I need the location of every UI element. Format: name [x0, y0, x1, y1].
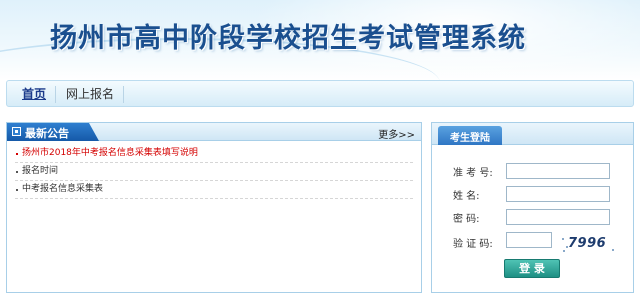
name-input[interactable]	[506, 186, 610, 202]
captcha-image[interactable]: 7996	[560, 234, 622, 254]
captcha-noise-dot	[563, 250, 565, 252]
site-title: 扬州市高中阶段学校招生考试管理系统	[50, 23, 526, 54]
news-item[interactable]: 中考报名信息采集表	[15, 181, 413, 199]
news-panel-title: 最新公告	[25, 127, 69, 140]
header-banner: 扬州市高中阶段学校招生考试管理系统	[0, 0, 640, 80]
nav-item-home[interactable]: 首页	[22, 87, 46, 101]
news-item-title[interactable]: 中考报名信息采集表	[22, 184, 103, 194]
captcha-label: 验 证 码:	[453, 239, 493, 250]
password-label: 密 码:	[453, 214, 480, 225]
news-item[interactable]: 报名时间	[15, 163, 413, 181]
bullet-icon	[16, 153, 18, 155]
captcha-input[interactable]	[506, 232, 552, 248]
bullet-icon	[16, 189, 18, 191]
captcha-noise-dot	[612, 249, 614, 251]
login-panel-tab: 考生登陆	[438, 126, 502, 145]
login-panel-title: 考生登陆	[450, 133, 490, 144]
bullet-icon	[16, 171, 18, 173]
news-item-title[interactable]: 报名时间	[22, 166, 58, 176]
news-item-title[interactable]: 扬州市2018年中考报名信息采集表填写说明	[22, 148, 198, 158]
captcha-noise-dot	[562, 238, 564, 240]
main-nav: 首页 网上报名	[6, 80, 634, 107]
login-panel: 考生登陆 准 考 号: 姓 名: 密 码: 验 证 码: 7996 登 录	[431, 122, 634, 293]
password-input[interactable]	[506, 209, 610, 225]
nav-divider	[123, 86, 124, 103]
login-button[interactable]: 登 录	[504, 259, 560, 278]
exam-number-label: 准 考 号:	[453, 168, 493, 179]
name-label: 姓 名:	[453, 191, 480, 202]
exam-number-input[interactable]	[506, 163, 610, 179]
nav-item-online-registration[interactable]: 网上报名	[66, 87, 114, 101]
bullet-square-icon	[12, 127, 21, 136]
news-list: 扬州市2018年中考报名信息采集表填写说明 报名时间 中考报名信息采集表	[15, 145, 413, 199]
news-item[interactable]: 扬州市2018年中考报名信息采集表填写说明	[15, 145, 413, 163]
news-panel-tab: 最新公告	[7, 123, 99, 141]
nav-divider	[55, 86, 56, 103]
login-panel-header: 考生登陆	[432, 123, 633, 145]
captcha-text: 7996	[568, 236, 607, 251]
news-panel-header: 最新公告 更多>>	[7, 123, 421, 141]
more-link[interactable]: 更多>>	[378, 126, 415, 141]
news-panel: 最新公告 更多>> 扬州市2018年中考报名信息采集表填写说明 报名时间 中考报…	[6, 122, 422, 293]
